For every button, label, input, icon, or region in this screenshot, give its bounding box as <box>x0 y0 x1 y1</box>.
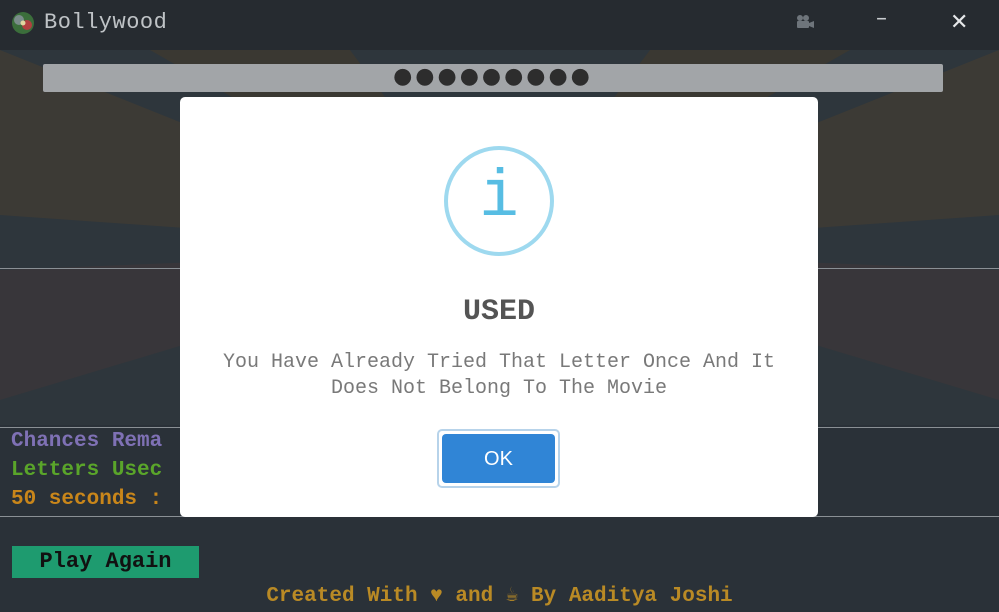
info-icon: i <box>444 146 554 256</box>
ok-button[interactable]: OK <box>442 434 555 483</box>
info-glyph: i <box>479 160 519 235</box>
ok-button-focus-ring: OK <box>437 429 560 488</box>
dialog-message: You Have Already Tried That Letter Once … <box>222 351 776 400</box>
modal-overlay: i USED You Have Already Tried That Lette… <box>0 0 999 612</box>
dialog-title: USED <box>462 295 535 329</box>
alert-dialog: i USED You Have Already Tried That Lette… <box>180 97 818 517</box>
